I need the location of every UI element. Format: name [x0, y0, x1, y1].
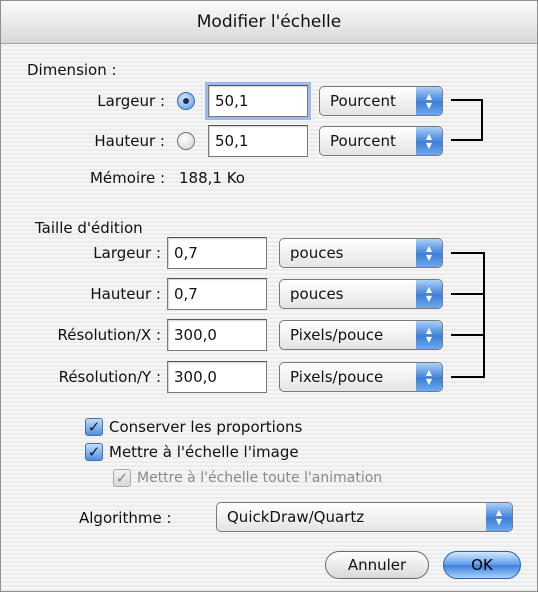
print-height-unit-value: pouces — [290, 285, 344, 303]
width-radio-button[interactable] — [177, 92, 195, 110]
scale-dialog: Modifier l'échelle Dimension : Largeur :… — [0, 0, 538, 592]
bracket-tick — [451, 334, 485, 336]
memory-label: Mémoire : — [89, 169, 165, 187]
scale-animation-label: Mettre à l'échelle toute l'animation — [137, 470, 383, 486]
print-size-link-bracket — [451, 252, 485, 378]
bracket-tick — [451, 293, 485, 295]
print-width-unit-popup[interactable]: pouces ▲ ▼ — [279, 238, 443, 268]
memory-value: 188,1 Ko — [179, 169, 245, 187]
resolution-x-unit-popup[interactable]: Pixels/pouce ▲ ▼ — [279, 320, 443, 350]
print-height-label: Hauteur : — [90, 285, 161, 303]
scale-image-label: Mettre à l'échelle l'image — [109, 443, 299, 461]
popup-arrows-icon: ▲ ▼ — [416, 280, 442, 308]
algorithm-popup[interactable]: QuickDraw/Quartz ▲ ▼ — [216, 502, 513, 532]
dimension-width-field[interactable]: 50,1 — [208, 85, 308, 117]
algorithm-label: Algorithme : — [79, 509, 172, 527]
dimension-height-label: Hauteur : — [94, 132, 165, 150]
dimension-link-bracket — [451, 99, 483, 141]
popup-arrows-icon: ▲ ▼ — [486, 503, 512, 531]
scale-animation-checkbox[interactable]: ✓ — [113, 469, 131, 487]
cancel-button[interactable]: Annuler — [325, 551, 429, 579]
ok-button[interactable]: OK — [443, 551, 521, 579]
resolution-x-unit-value: Pixels/pouce — [290, 326, 384, 344]
dimension-height-field[interactable]: 50,1 — [208, 125, 308, 157]
resolution-y-field[interactable]: 300,0 — [167, 361, 267, 393]
dimension-width-unit-value: Pourcent — [330, 92, 396, 110]
keep-proportions-label: Conserver les proportions — [109, 418, 303, 436]
radio-selected-dot — [183, 98, 189, 104]
popup-arrows-icon: ▲ ▼ — [416, 87, 442, 115]
dimension-width-unit-popup[interactable]: Pourcent ▲ ▼ — [319, 86, 443, 116]
dimension-height-unit-popup[interactable]: Pourcent ▲ ▼ — [319, 126, 443, 156]
popup-arrows-icon: ▲ ▼ — [416, 239, 442, 267]
scale-image-checkbox[interactable]: ✓ — [85, 443, 103, 461]
print-width-field[interactable]: 0,7 — [167, 237, 267, 269]
print-height-unit-popup[interactable]: pouces ▲ ▼ — [279, 279, 443, 309]
resolution-y-unit-popup[interactable]: Pixels/pouce ▲ ▼ — [279, 362, 443, 392]
resolution-y-label: Résolution/Y : — [58, 368, 161, 386]
popup-arrows-icon: ▲ ▼ — [416, 363, 442, 391]
dimension-height-unit-value: Pourcent — [330, 132, 396, 150]
print-size-section-label: Taille d'édition — [35, 219, 143, 237]
print-width-label: Largeur : — [93, 244, 161, 262]
resolution-x-field[interactable]: 300,0 — [167, 319, 267, 351]
resolution-y-unit-value: Pixels/pouce — [290, 368, 384, 386]
dialog-title: Modifier l'échelle — [1, 1, 537, 44]
print-height-field[interactable]: 0,7 — [167, 278, 267, 310]
popup-arrows-icon: ▲ ▼ — [416, 127, 442, 155]
resolution-x-label: Résolution/X : — [57, 326, 161, 344]
print-width-unit-value: pouces — [290, 244, 344, 262]
height-radio-button[interactable] — [177, 132, 195, 150]
dimension-section-label: Dimension : — [27, 61, 117, 79]
dimension-width-label: Largeur : — [97, 92, 165, 110]
algorithm-value: QuickDraw/Quartz — [227, 508, 365, 526]
keep-proportions-checkbox[interactable]: ✓ — [85, 418, 103, 436]
popup-arrows-icon: ▲ ▼ — [416, 321, 442, 349]
